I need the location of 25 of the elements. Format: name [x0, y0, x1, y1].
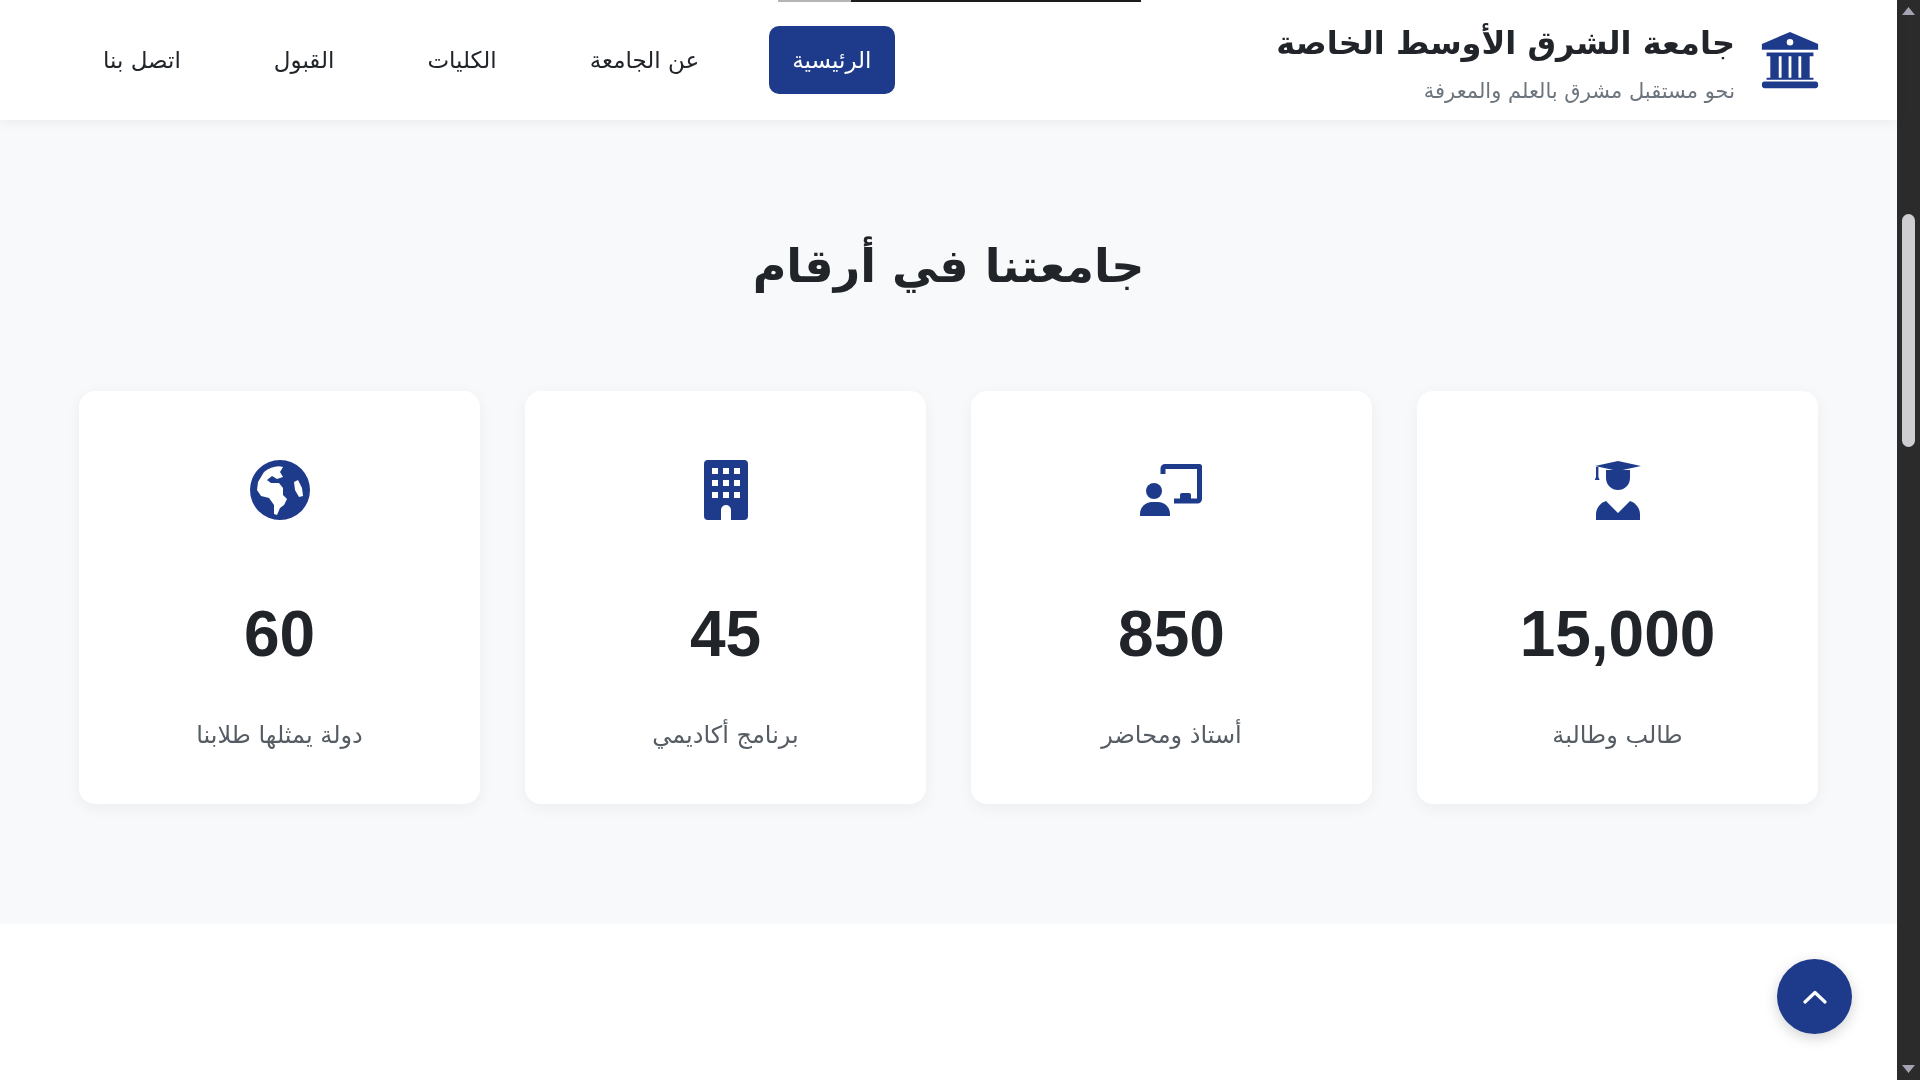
nav-link[interactable]: عن الجامعة: [566, 26, 723, 94]
stat-label: برنامج أكاديمي: [652, 718, 799, 751]
section-heading: جامعتنا في أرقام: [752, 233, 1145, 300]
globe-icon: [249, 460, 310, 520]
stat-label: دولة يمثلها طلابنا: [196, 720, 363, 751]
scrollbar-thumb[interactable]: [1902, 214, 1915, 447]
stat-number: 15,000: [1519, 597, 1716, 672]
chevron-up-icon: [1802, 989, 1827, 1004]
site-title: جامعة الشرق الأوسط الخاصة: [1276, 23, 1735, 63]
teacher-board-icon: [1139, 464, 1204, 516]
stat-label: طالب وطالبة: [1552, 720, 1683, 751]
triangle-up-icon: [1902, 7, 1915, 15]
nav-link[interactable]: الرئيسية: [769, 26, 895, 94]
nav-link[interactable]: اتصل بنا: [80, 26, 204, 94]
scrollbar[interactable]: [1897, 0, 1920, 1080]
site-tagline: نحو مستقبل مشرق بالعلم والمعرفة: [1423, 78, 1735, 105]
building-icon: [703, 460, 748, 520]
university-building-icon: [1760, 30, 1820, 90]
nav-link[interactable]: القبول: [250, 26, 358, 94]
stat-number: 850: [1118, 597, 1225, 672]
stat-label: أستاذ ومحاضر: [1101, 718, 1242, 751]
stat-number: 45: [689, 597, 762, 672]
stat-number: 60: [243, 597, 316, 672]
nav-link[interactable]: الكليات: [404, 26, 520, 94]
triangle-down-icon: [1902, 1065, 1915, 1073]
